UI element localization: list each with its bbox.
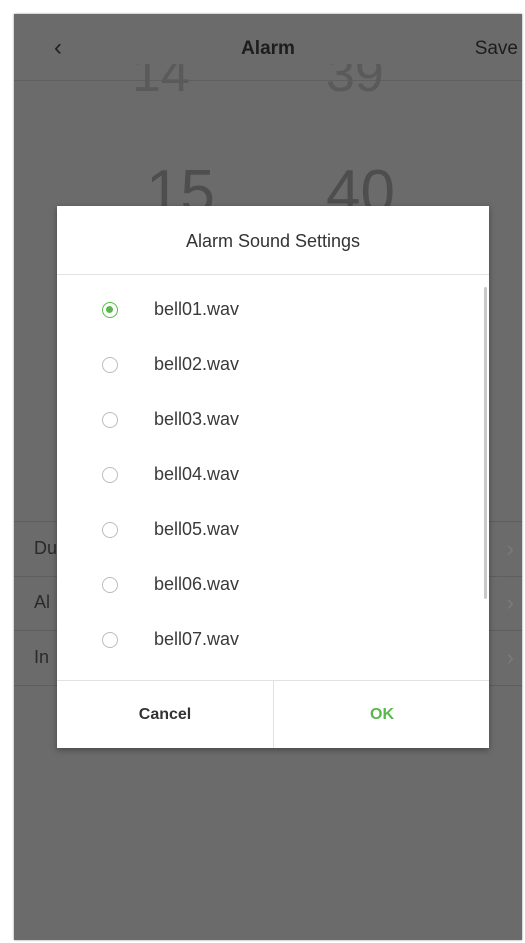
radio-unselected-icon[interactable] xyxy=(102,577,118,593)
save-button[interactable]: Save xyxy=(475,38,518,60)
sound-option-bell05[interactable]: bell05.wav xyxy=(57,505,489,560)
sound-option-label: bell07.wav xyxy=(154,629,240,649)
ok-button[interactable]: OK xyxy=(273,681,490,748)
dialog-footer: Cancel OK xyxy=(57,680,489,748)
chevron-right-icon: › xyxy=(506,536,514,561)
minute-prev-value[interactable]: 39 xyxy=(326,64,384,100)
list-scrollbar[interactable] xyxy=(484,287,487,599)
alarm-sound-dialog: Alarm Sound Settings bell01.wav bell02.w… xyxy=(57,206,489,748)
settings-row-label: Du xyxy=(34,538,58,558)
sound-option-bell07[interactable]: bell07.wav xyxy=(57,615,489,670)
sound-list[interactable]: bell01.wav bell02.wav bell03.wav bell04.… xyxy=(57,275,489,681)
hour-prev-value[interactable]: 14 xyxy=(132,64,190,100)
radio-unselected-icon[interactable] xyxy=(102,467,118,483)
sound-option-bell01[interactable]: bell01.wav xyxy=(57,285,489,340)
phone-screen: ‹ Alarm Save 14 39 15 40 Du › Al › In › … xyxy=(14,14,522,940)
chevron-right-icon: › xyxy=(506,645,514,670)
sound-option-label: bell02.wav xyxy=(154,354,240,374)
sound-option-label: bell04.wav xyxy=(154,464,240,484)
dialog-title: Alarm Sound Settings xyxy=(57,206,489,275)
sound-option-label: bell03.wav xyxy=(154,409,240,429)
radio-unselected-icon[interactable] xyxy=(102,412,118,428)
radio-unselected-icon[interactable] xyxy=(102,357,118,373)
sound-option-bell06[interactable]: bell06.wav xyxy=(57,560,489,615)
sound-option-bell03[interactable]: bell03.wav xyxy=(57,395,489,450)
cancel-button[interactable]: Cancel xyxy=(57,681,273,748)
sound-option-bell02[interactable]: bell02.wav xyxy=(57,340,489,395)
header-divider xyxy=(14,80,522,81)
sound-option-label: bell01.wav xyxy=(154,299,240,319)
radio-unselected-icon[interactable] xyxy=(102,522,118,538)
radio-selected-icon[interactable] xyxy=(102,302,118,318)
app-header: ‹ Alarm Save xyxy=(14,14,522,82)
chevron-right-icon: › xyxy=(506,590,514,615)
radio-unselected-icon[interactable] xyxy=(102,632,118,648)
sound-option-label: bell05.wav xyxy=(154,519,240,539)
sound-option-bell04[interactable]: bell04.wav xyxy=(57,450,489,505)
settings-row-label: In xyxy=(34,647,50,667)
sound-option-label: bell06.wav xyxy=(154,574,240,594)
page-title: Alarm xyxy=(241,38,295,59)
settings-row-label: Al xyxy=(34,592,51,612)
